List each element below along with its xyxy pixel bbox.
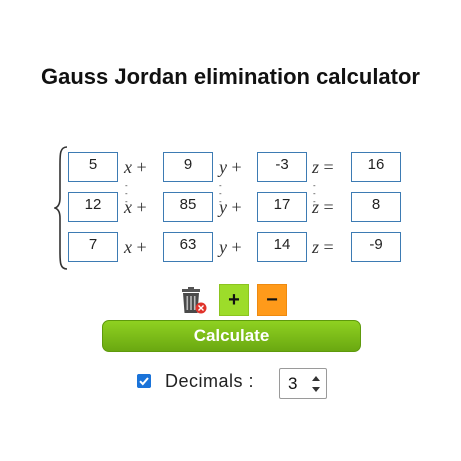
calculate-button[interactable]: Calculate [102, 320, 361, 352]
decimals-input[interactable]: 3 [279, 368, 327, 399]
x-term-label: x + [124, 157, 147, 177]
z-term-label: z = [312, 197, 334, 217]
left-brace [54, 146, 68, 270]
z-term-label: z = [312, 237, 334, 257]
coef-x-input[interactable]: 5 [68, 152, 118, 182]
coef-x-input[interactable]: 7 [68, 232, 118, 262]
constant-input[interactable]: 8 [351, 192, 401, 222]
z-term-label: z = [312, 157, 334, 177]
coef-y-input[interactable]: 63 [163, 232, 213, 262]
page: Gauss Jordan elimination calculator 5 x … [0, 0, 461, 461]
constant-input[interactable]: 16 [351, 152, 401, 182]
coef-z-input[interactable]: 17 [257, 192, 307, 222]
coef-y-input[interactable]: 9 [163, 152, 213, 182]
y-term-label: y + [219, 197, 242, 217]
coef-x-input[interactable]: 12 [68, 192, 118, 222]
add-row-button[interactable]: + [219, 284, 249, 316]
trash-icon[interactable] [178, 286, 208, 316]
y-term-label: y + [219, 157, 242, 177]
constant-input[interactable]: -9 [351, 232, 401, 262]
y-term-label: y + [219, 237, 242, 257]
coef-z-input[interactable]: -3 [257, 152, 307, 182]
x-term-label: x + [124, 237, 147, 257]
coef-z-input[interactable]: 14 [257, 232, 307, 262]
remove-row-button[interactable]: − [257, 284, 287, 316]
decimals-value: 3 [288, 374, 298, 393]
x-term-label: x + [124, 197, 147, 217]
coef-y-input[interactable]: 85 [163, 192, 213, 222]
decimals-label: Decimals : [165, 371, 255, 391]
decimals-checkbox[interactable] [137, 374, 151, 388]
page-title: Gauss Jordan elimination calculator [41, 64, 420, 89]
spinner-arrows-icon[interactable] [310, 372, 322, 396]
